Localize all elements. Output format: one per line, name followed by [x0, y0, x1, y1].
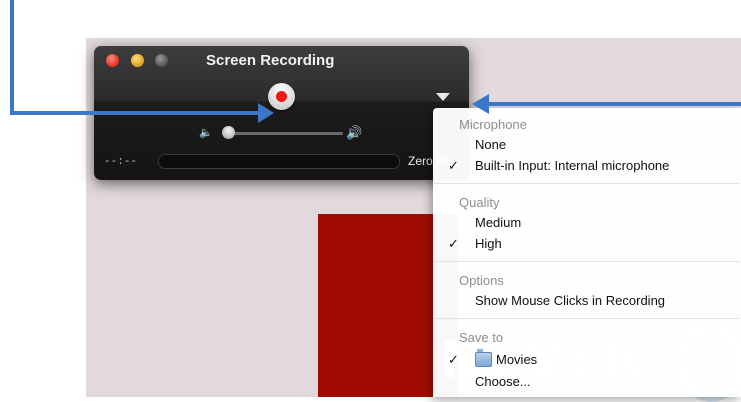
- recording-options-menu: Microphone None ✓ Built-in Input: Intern…: [433, 108, 741, 397]
- record-icon: [276, 91, 287, 102]
- menu-header-options: Options: [459, 273, 504, 288]
- checkmark-icon: ✓: [448, 236, 459, 251]
- menu-header-save-to: Save to: [459, 330, 504, 345]
- minimize-button[interactable]: [131, 54, 144, 67]
- menu-separator: [434, 183, 740, 184]
- window-title: Screen Recording: [206, 52, 335, 69]
- menu-item-show-mouse-clicks[interactable]: Show Mouse Clicks in Recording: [475, 293, 665, 308]
- checkmark-icon: ✓: [448, 158, 459, 173]
- menu-item-save-movies[interactable]: Movies: [496, 352, 537, 367]
- annotation-arrow-horizontal: [10, 111, 260, 115]
- menu-item-save-choose[interactable]: Choose...: [475, 374, 531, 389]
- elapsed-time: --:--: [104, 156, 138, 168]
- annotation-arrow-vertical: [10, 0, 14, 115]
- zoom-button[interactable]: [155, 54, 168, 67]
- folder-icon: [475, 352, 492, 367]
- close-button[interactable]: [106, 54, 119, 67]
- menu-separator: [434, 261, 740, 262]
- menu-separator: [434, 318, 740, 319]
- recording-progress-bar: [158, 154, 400, 169]
- menu-header-microphone: Microphone: [459, 117, 527, 132]
- annotation-arrow-left-line: [488, 102, 741, 106]
- annotation-arrowhead-left: [472, 94, 489, 114]
- volume-high-icon: 🔊: [346, 125, 363, 140]
- menu-header-quality: Quality: [459, 195, 500, 210]
- menu-item-mic-builtin[interactable]: Built-in Input: Internal microphone: [475, 158, 669, 173]
- volume-low-icon: 🔈: [199, 127, 213, 139]
- checkmark-icon: ✓: [448, 352, 459, 367]
- volume-slider-knob[interactable]: [222, 126, 235, 139]
- menu-item-quality-high[interactable]: High: [475, 236, 502, 251]
- volume-slider-track[interactable]: [225, 132, 343, 135]
- menu-item-quality-medium[interactable]: Medium: [475, 215, 521, 230]
- menu-item-mic-none[interactable]: None: [475, 137, 506, 152]
- options-dropdown-icon[interactable]: [436, 93, 450, 101]
- annotation-arrowhead-right: [258, 103, 274, 123]
